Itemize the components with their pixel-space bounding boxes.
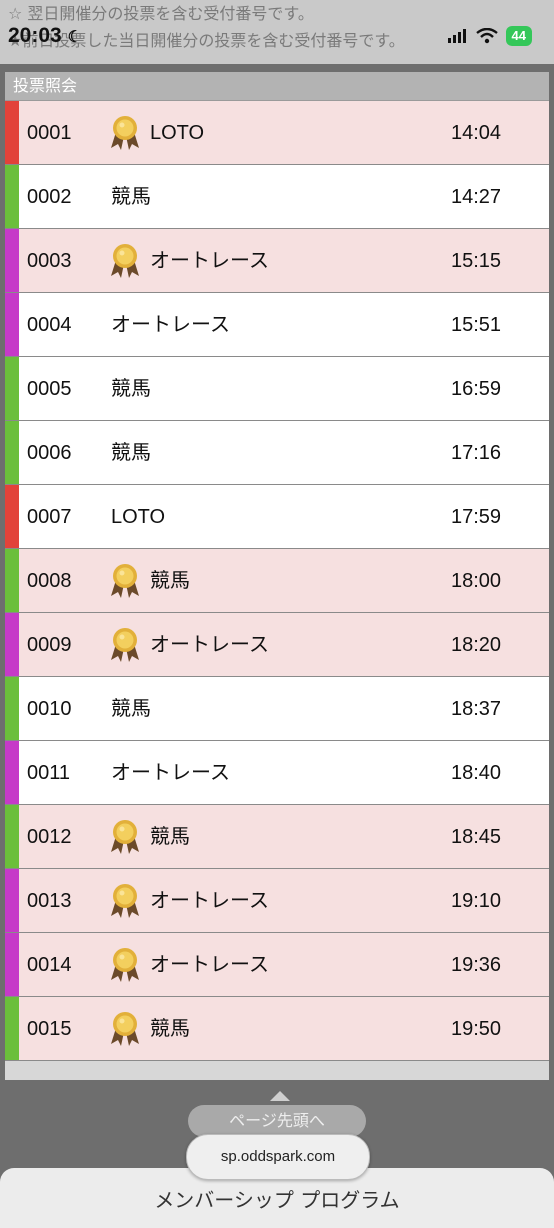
medal-icon: [111, 820, 139, 854]
notice-area: ☆ 翌日開催分の投票を含む受付番号です。 ★前日投票した当日開催分の投票を含む受…: [0, 0, 554, 64]
table-row[interactable]: 0001 LOTO 14:04: [5, 101, 549, 165]
table-row[interactable]: 0014 オートレース 19:36: [5, 933, 549, 997]
table-row[interactable]: 0007 LOTO 17:59: [5, 485, 549, 549]
cellular-signal-icon: [447, 29, 466, 43]
category-stripe: [5, 677, 19, 740]
category-stripe: [5, 101, 19, 164]
category-stripe: [5, 933, 19, 996]
receipt-number: 0002: [27, 186, 72, 208]
category-stripe: [5, 165, 19, 228]
category-stripe: [5, 549, 19, 612]
status-time: 20:03 ☾: [8, 24, 82, 47]
medal-icon: [111, 244, 139, 278]
category-stripe: [5, 421, 19, 484]
bet-time: 14:04: [451, 122, 502, 144]
bet-time: 19:10: [451, 890, 502, 912]
receipt-number: 0014: [27, 954, 72, 976]
bet-type: オートレース: [150, 890, 269, 912]
category-stripe: [5, 357, 19, 420]
bet-type: 競馬: [111, 698, 151, 720]
receipt-number: 0005: [27, 378, 72, 400]
medal-icon: [111, 948, 139, 982]
bet-type: LOTO: [150, 122, 205, 144]
table-row[interactable]: 0003 オートレース 15:15: [5, 229, 549, 293]
bet-type: 競馬: [150, 826, 190, 848]
medal-icon: [111, 628, 139, 662]
bet-inquiry-panel: 投票照会 0001 LOTO 14:04 0002 競馬 14:27 0003 オートレース 1…: [5, 72, 549, 1080]
table-row[interactable]: 0010 競馬 18:37: [5, 677, 549, 741]
bet-type: 競馬: [111, 442, 151, 464]
table-row[interactable]: 0006 競馬 17:16: [5, 421, 549, 485]
wifi-icon: [475, 28, 498, 44]
receipt-number: 0003: [27, 250, 72, 272]
receipt-number: 0011: [27, 762, 71, 784]
receipt-number: 0001: [27, 122, 72, 144]
bet-time: 18:40: [451, 762, 502, 784]
table-row[interactable]: 0004 オートレース 15:51: [5, 293, 549, 357]
receipt-number: 0012: [27, 826, 72, 848]
bet-time: 19:50: [451, 1018, 502, 1040]
bet-time: 18:37: [451, 698, 502, 720]
page-top-button[interactable]: ページ先頭へ: [188, 1105, 366, 1137]
panel-title: 投票照会: [5, 72, 549, 101]
bet-time: 17:16: [451, 442, 502, 464]
receipt-number: 0013: [27, 890, 72, 912]
medal-icon: [111, 116, 139, 150]
category-stripe: [5, 997, 19, 1060]
category-stripe: [5, 293, 19, 356]
category-stripe: [5, 869, 19, 932]
bet-time: 18:20: [451, 634, 502, 656]
bet-type: オートレース: [150, 250, 269, 272]
bet-time: 18:00: [451, 570, 502, 592]
bet-type: LOTO: [111, 506, 166, 528]
receipt-number: 0008: [27, 570, 72, 592]
receipt-number: 0010: [27, 698, 72, 720]
bet-time: 16:59: [451, 378, 502, 400]
moon-icon: ☾: [67, 29, 82, 46]
table-row[interactable]: 0008 競馬 18:00: [5, 549, 549, 613]
category-stripe: [5, 805, 19, 868]
table-row[interactable]: 0013 オートレース 19:10: [5, 869, 549, 933]
table-row[interactable]: 0012 競馬 18:45: [5, 805, 549, 869]
bet-type: 競馬: [111, 186, 151, 208]
bet-time: 17:59: [451, 506, 502, 528]
receipt-number: 0015: [27, 1018, 72, 1040]
bet-time: 15:15: [451, 250, 502, 272]
bet-type: オートレース: [150, 634, 269, 656]
scroll-up-arrow-icon[interactable]: [270, 1091, 290, 1101]
receipt-number: 0007: [27, 506, 72, 528]
table-row[interactable]: 0002 競馬 14:27: [5, 165, 549, 229]
status-icons: 44: [447, 26, 532, 46]
receipt-number: 0004: [27, 314, 72, 336]
bet-type: オートレース: [111, 762, 230, 784]
table-row[interactable]: 0005 競馬 16:59: [5, 357, 549, 421]
medal-icon: [111, 564, 139, 598]
medal-icon: [111, 1012, 139, 1046]
table-row[interactable]: 0011 オートレース 18:40: [5, 741, 549, 805]
receipt-number: 0006: [27, 442, 72, 464]
category-stripe: [5, 485, 19, 548]
bet-type: 競馬: [150, 570, 190, 592]
bet-type: 競馬: [150, 1018, 190, 1040]
bet-time: 15:51: [451, 314, 502, 336]
bet-time: 19:36: [451, 954, 502, 976]
bet-time: 18:45: [451, 826, 502, 848]
bet-type: オートレース: [111, 314, 230, 336]
url-bar[interactable]: sp.oddspark.com: [186, 1134, 370, 1180]
category-stripe: [5, 229, 19, 292]
receipt-number: 0009: [27, 634, 72, 656]
bet-list: 0001 LOTO 14:04 0002 競馬 14:27 0003 オートレース 15:15 0…: [5, 101, 549, 1061]
bet-type: 競馬: [111, 378, 151, 400]
category-stripe: [5, 741, 19, 804]
bet-type: オートレース: [150, 954, 269, 976]
bet-time: 14:27: [451, 186, 502, 208]
category-stripe: [5, 613, 19, 676]
status-bar: 20:03 ☾ 44: [0, 16, 554, 56]
table-row[interactable]: 0015 競馬 19:50: [5, 997, 549, 1061]
medal-icon: [111, 884, 139, 918]
battery-icon: 44: [505, 26, 532, 46]
table-row[interactable]: 0009 オートレース 18:20: [5, 613, 549, 677]
